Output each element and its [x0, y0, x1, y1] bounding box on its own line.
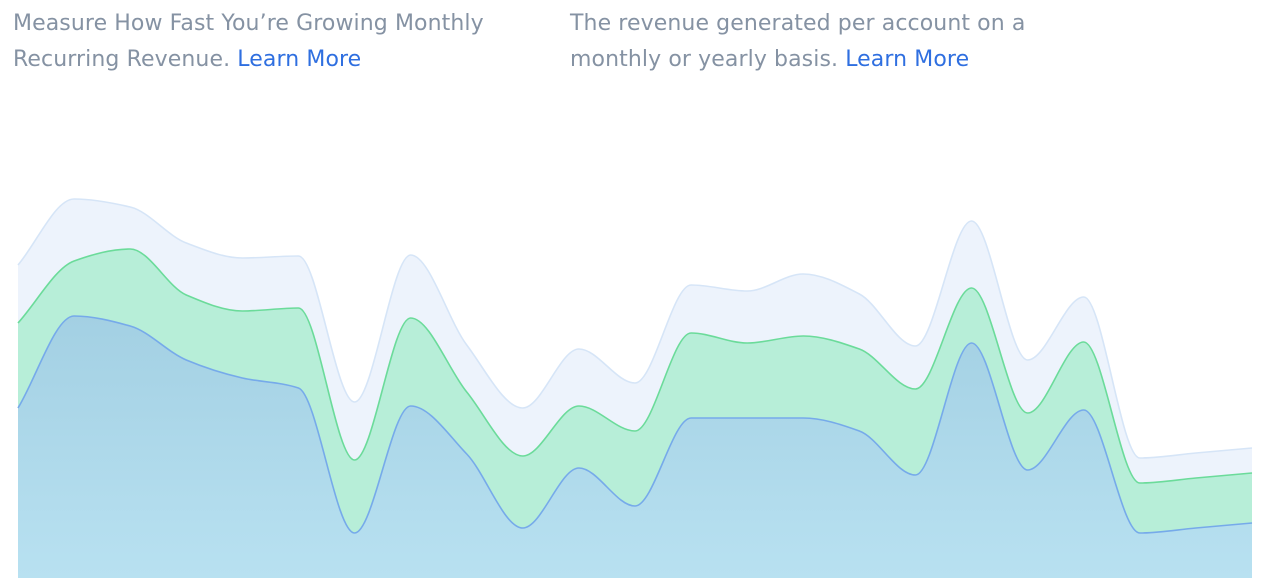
chart-areas: [17, 198, 1253, 578]
stacked-area-chart: [17, 198, 1253, 578]
